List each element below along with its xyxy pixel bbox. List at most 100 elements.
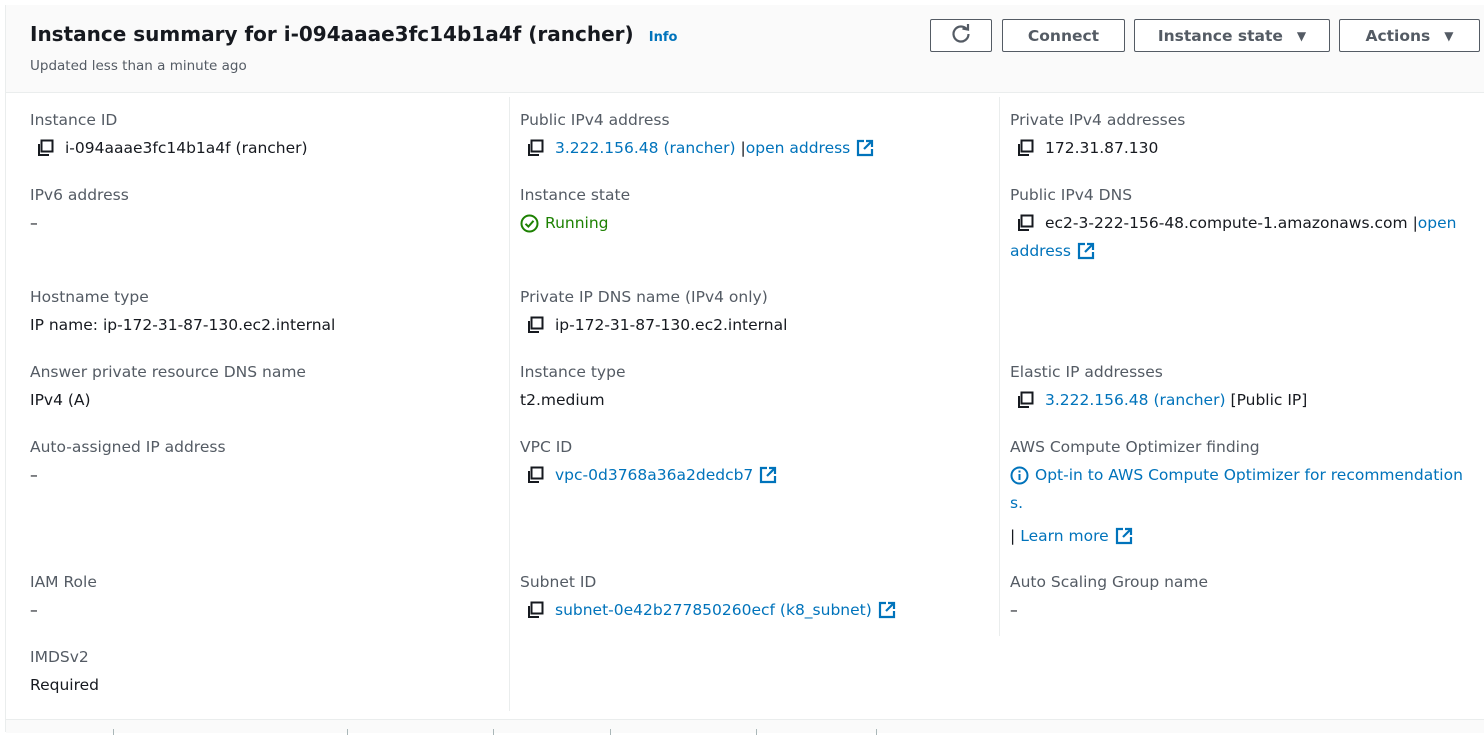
title-row: Instance summary for i-094aaae3fc14b1a4f… [30, 22, 677, 46]
field-label: Hostname type [30, 288, 149, 306]
copy-icon[interactable] [1016, 139, 1034, 157]
field-label: IPv6 address [30, 186, 129, 204]
copy-icon[interactable] [1016, 391, 1034, 409]
field-label: Elastic IP addresses [1010, 363, 1163, 381]
separator: | [1010, 527, 1016, 545]
field-private-dns: Private IP DNS name (IPv4 only) ip-172-3… [520, 288, 787, 335]
refresh-button[interactable] [930, 19, 992, 52]
field-label: Instance state [520, 186, 631, 204]
field-iam-role: IAM Role – [30, 573, 97, 620]
optimizer-opt-in-link[interactable]: Opt-in to AWS Compute Optimizer for reco… [1035, 465, 1463, 485]
public-ipv4-link[interactable]: 3.222.156.48 (rancher) [555, 138, 736, 158]
column-divider [999, 97, 1000, 636]
field-ipv6: IPv6 address – [30, 186, 129, 233]
tab-divider [756, 729, 757, 735]
field-subnet-id: Subnet ID subnet-0e42b277850260ecf (k8_s… [520, 573, 896, 620]
field-instance-id: Instance ID i-094aaae3fc14b1a4f (rancher… [30, 111, 308, 158]
updated-timestamp: Updated less than a minute ago [30, 58, 247, 74]
vpc-id-link[interactable]: vpc-0d3768a36a2dedcb7 [555, 465, 753, 485]
open-address-link-continued[interactable]: address [1010, 241, 1071, 261]
field-private-ipv4: Private IPv4 addresses 172.31.87.130 [1010, 111, 1185, 158]
external-link-icon[interactable] [1115, 527, 1133, 545]
caret-down-icon: ▼ [1296, 28, 1307, 43]
elastic-ip-suffix: [Public IP] [1230, 391, 1308, 409]
copy-icon[interactable] [526, 139, 544, 157]
learn-more-link[interactable]: Learn more [1020, 526, 1108, 546]
actions-label: Actions [1365, 26, 1431, 45]
tab-divider [113, 729, 114, 735]
private-dns-value: ip-172-31-87-130.ec2.internal [555, 316, 788, 334]
subnet-id-link[interactable]: subnet-0e42b277850260ecf (k8_subnet) [555, 600, 872, 620]
copy-icon[interactable] [36, 139, 54, 157]
field-label: Instance ID [30, 111, 118, 129]
field-label: Auto-assigned IP address [30, 438, 226, 456]
external-link-icon[interactable] [878, 601, 896, 619]
refresh-icon [950, 23, 972, 49]
field-compute-optimizer: AWS Compute Optimizer finding Opt-in to … [1010, 438, 1463, 546]
field-auto-ip: Auto-assigned IP address – [30, 438, 226, 485]
copy-icon[interactable] [526, 466, 544, 484]
status-badge: Running [545, 214, 609, 232]
field-vpc-id: VPC ID vpc-0d3768a36a2dedcb7 [520, 438, 777, 485]
field-label: Instance type [520, 363, 626, 381]
imdsv2-value: Required [30, 676, 99, 694]
info-link[interactable]: Info [649, 30, 678, 45]
details-tab-bar [6, 719, 1484, 735]
asg-name-value: – [1010, 601, 1018, 619]
field-instance-type: Instance type t2.medium [520, 363, 625, 410]
instance-type-value: t2.medium [520, 391, 605, 409]
check-circle-icon [520, 214, 539, 233]
field-label: Auto Scaling Group name [1010, 573, 1209, 591]
elastic-ip-link[interactable]: 3.222.156.48 (rancher) [1045, 390, 1226, 410]
public-dns-value: ec2-3-222-156-48.compute-1.amazonaws.com [1045, 214, 1408, 232]
field-public-dns: Public IPv4 DNS ec2-3-222-156-48.compute… [1010, 186, 1456, 261]
field-label: VPC ID [520, 438, 573, 456]
instance-id-value: i-094aaae3fc14b1a4f (rancher) [65, 139, 308, 157]
tab-divider [347, 729, 348, 735]
field-label: Public IPv4 DNS [1010, 186, 1133, 204]
field-label: Private IPv4 addresses [1010, 111, 1186, 129]
field-label: Answer private resource DNS name [30, 363, 306, 381]
auto-ip-value: – [30, 466, 38, 484]
summary-header: Instance summary for i-094aaae3fc14b1a4f… [6, 5, 1484, 93]
optimizer-opt-in-link-continued[interactable]: s. [1010, 493, 1023, 513]
copy-icon[interactable] [1016, 214, 1034, 232]
instance-summary-panel: Instance summary for i-094aaae3fc14b1a4f… [5, 5, 1484, 735]
copy-icon[interactable] [526, 316, 544, 334]
field-label: Private IP DNS name (IPv4 only) [520, 288, 768, 306]
copy-icon[interactable] [526, 601, 544, 619]
page-title: Instance summary for i-094aaae3fc14b1a4f… [30, 22, 634, 46]
answer-dns-value: IPv4 (A) [30, 391, 91, 409]
caret-down-icon: ▼ [1444, 28, 1454, 43]
instance-state-dropdown[interactable]: Instance state ▼ [1134, 19, 1330, 52]
tab-divider [493, 729, 494, 735]
open-address-link[interactable]: open address [746, 138, 851, 158]
ipv6-value: – [30, 214, 38, 232]
field-label: Subnet ID [520, 573, 597, 591]
field-label: IAM Role [30, 573, 97, 591]
private-ipv4-value: 172.31.87.130 [1045, 139, 1159, 157]
open-address-link[interactable]: open [1418, 213, 1457, 233]
external-link-icon[interactable] [1077, 242, 1095, 260]
instance-state-label: Instance state [1157, 26, 1283, 45]
field-label: AWS Compute Optimizer finding [1010, 438, 1260, 456]
field-instance-state: Instance state Running [520, 186, 630, 233]
external-link-icon[interactable] [759, 466, 777, 484]
connect-button-label: Connect [1027, 26, 1100, 45]
iam-role-value: – [30, 601, 38, 619]
info-circle-icon [1010, 466, 1029, 485]
actions-dropdown[interactable]: Actions ▼ [1339, 19, 1480, 52]
field-elastic-ip: Elastic IP addresses 3.222.156.48 (ranch… [1010, 363, 1307, 410]
connect-button[interactable]: Connect [1002, 19, 1125, 52]
field-answer-dns: Answer private resource DNS name IPv4 (A… [30, 363, 306, 410]
tab-divider [610, 729, 611, 735]
field-public-ipv4: Public IPv4 address 3.222.156.48 (ranche… [520, 111, 874, 158]
column-divider [509, 97, 510, 711]
tab-divider [876, 729, 877, 735]
external-link-icon[interactable] [856, 139, 874, 157]
field-asg-name: Auto Scaling Group name – [1010, 573, 1208, 620]
field-imdsv2: IMDSv2 Required [30, 648, 99, 695]
field-hostname-type: Hostname type IP name: ip-172-31-87-130.… [30, 288, 335, 335]
field-label: Public IPv4 address [520, 111, 670, 129]
field-label: IMDSv2 [30, 648, 89, 666]
